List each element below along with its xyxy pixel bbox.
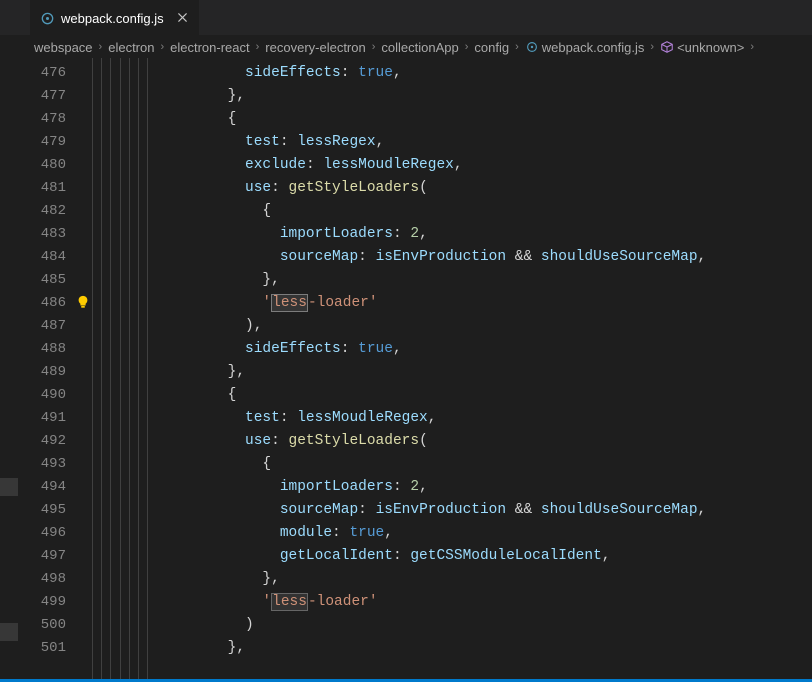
line-number: 480 [0, 154, 92, 177]
code-editor[interactable]: 4764774784794804814824834844854864874884… [0, 58, 812, 679]
indent-guide [138, 58, 139, 679]
line-number: 493 [0, 453, 92, 476]
code-line[interactable]: }, [158, 637, 812, 660]
breadcrumb-label: config [474, 40, 509, 55]
code-line[interactable]: { [158, 108, 812, 131]
line-number: 481 [0, 177, 92, 200]
line-number: 495 [0, 499, 92, 522]
breadcrumb-item[interactable]: electron [108, 40, 154, 55]
chevron-right-icon: › [97, 41, 105, 53]
tab-gap [0, 0, 30, 35]
indent-guide [147, 58, 148, 679]
tab-filename: webpack.config.js [61, 11, 164, 26]
code-line[interactable]: { [158, 200, 812, 223]
breadcrumb-label: collectionApp [381, 40, 458, 55]
chevron-right-icon: › [748, 41, 756, 53]
chevron-right-icon: › [463, 41, 471, 53]
tab-bar: webpack.config.js [0, 0, 812, 36]
breadcrumb-item[interactable]: config [474, 40, 509, 55]
line-number: 482 [0, 200, 92, 223]
breadcrumbs[interactable]: webspace›electron›electron-react›recover… [0, 36, 812, 58]
chevron-right-icon: › [648, 41, 656, 53]
tab-webpack-config[interactable]: webpack.config.js [30, 0, 199, 36]
line-number: 498 [0, 568, 92, 591]
breadcrumb-label: recovery-electron [265, 40, 365, 55]
left-marker-strip [0, 58, 6, 679]
line-number: 477 [0, 85, 92, 108]
code-line[interactable]: }, [158, 361, 812, 384]
indent-guide [92, 58, 93, 679]
code-line[interactable]: sideEffects: true, [158, 338, 812, 361]
indent-guide [110, 58, 111, 679]
code-line[interactable]: }, [158, 568, 812, 591]
code-line[interactable]: 'less-loader' [158, 292, 812, 315]
code-line[interactable]: { [158, 384, 812, 407]
line-number: 490 [0, 384, 92, 407]
breadcrumb-item[interactable]: collectionApp [381, 40, 458, 55]
chevron-right-icon: › [513, 41, 521, 53]
code-line[interactable]: module: true, [158, 522, 812, 545]
js-file-icon [40, 11, 55, 26]
line-number: 478 [0, 108, 92, 131]
breadcrumb-item[interactable]: electron-react [170, 40, 249, 55]
chevron-right-icon: › [158, 41, 166, 53]
breadcrumb-label: electron [108, 40, 154, 55]
code-line[interactable]: 'less-loader' [158, 591, 812, 614]
code-line[interactable]: use: getStyleLoaders( [158, 430, 812, 453]
line-number: 479 [0, 131, 92, 154]
code-line[interactable]: test: lessMoudleRegex, [158, 407, 812, 430]
code-line[interactable]: ) [158, 614, 812, 637]
code-line[interactable]: getLocalIdent: getCSSModuleLocalIdent, [158, 545, 812, 568]
indent-guide [129, 58, 130, 679]
breadcrumb-label: electron-react [170, 40, 249, 55]
code-line[interactable]: sourceMap: isEnvProduction && shouldUseS… [158, 499, 812, 522]
breadcrumb-label: webpack.config.js [542, 40, 645, 55]
line-number: 484 [0, 246, 92, 269]
code-line[interactable]: use: getStyleLoaders( [158, 177, 812, 200]
line-number: 485 [0, 269, 92, 292]
code-line[interactable]: ), [158, 315, 812, 338]
line-number: 496 [0, 522, 92, 545]
marker [0, 478, 18, 496]
line-number: 497 [0, 545, 92, 568]
line-number: 483 [0, 223, 92, 246]
chevron-right-icon: › [254, 41, 262, 53]
code-line[interactable]: importLoaders: 2, [158, 476, 812, 499]
code-content[interactable]: sideEffects: true, }, { test: lessRegex,… [158, 58, 812, 679]
code-line[interactable]: exclude: lessMoudleRegex, [158, 154, 812, 177]
line-number: 487 [0, 315, 92, 338]
line-number: 488 [0, 338, 92, 361]
breadcrumb-item[interactable]: webpack.config.js [525, 40, 645, 55]
breadcrumb-label: <unknown> [677, 40, 744, 55]
code-line[interactable]: { [158, 453, 812, 476]
close-icon[interactable] [176, 11, 189, 27]
breadcrumb-label: webspace [34, 40, 93, 55]
line-number: 476 [0, 62, 92, 85]
indent-guide-area [92, 58, 158, 679]
line-number: 499 [0, 591, 92, 614]
indent-guide [120, 58, 121, 679]
code-line[interactable]: sideEffects: true, [158, 62, 812, 85]
marker [0, 623, 18, 641]
line-number: 491 [0, 407, 92, 430]
code-line[interactable]: test: lessRegex, [158, 131, 812, 154]
breadcrumb-item[interactable]: recovery-electron [265, 40, 365, 55]
line-number: 492 [0, 430, 92, 453]
breadcrumb-item[interactable]: <unknown> [660, 40, 744, 55]
indent-guide [101, 58, 102, 679]
breadcrumb-item[interactable]: webspace [34, 40, 93, 55]
lightbulb-icon[interactable] [76, 295, 90, 309]
line-number-gutter: 4764774784794804814824834844854864874884… [0, 58, 92, 679]
chevron-right-icon: › [370, 41, 378, 53]
code-line[interactable]: }, [158, 269, 812, 292]
code-line[interactable]: }, [158, 85, 812, 108]
code-line[interactable]: sourceMap: isEnvProduction && shouldUseS… [158, 246, 812, 269]
code-line[interactable]: importLoaders: 2, [158, 223, 812, 246]
line-number: 489 [0, 361, 92, 384]
